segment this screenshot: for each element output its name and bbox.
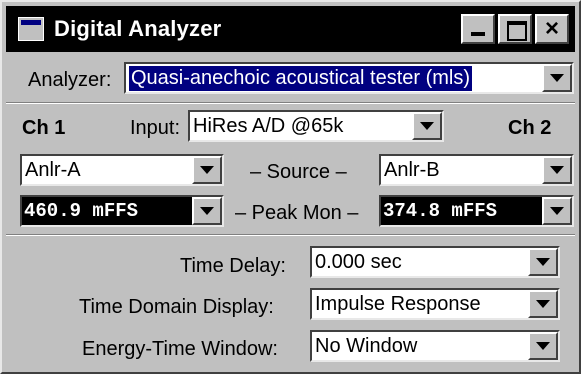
time-domain-dropdown-arrow-icon[interactable] <box>528 290 558 318</box>
time-delay-value: 0.000 sec <box>315 250 402 273</box>
energy-time-label: Energy-Time Window: <box>82 338 278 360</box>
title-buttons: × <box>458 14 569 44</box>
input-dropdown-arrow-icon[interactable] <box>412 112 442 140</box>
peak-mon-label: – Peak Mon – <box>235 202 359 224</box>
source-label: – Source – <box>250 161 347 183</box>
time-delay-label: Time Delay: <box>180 255 286 277</box>
source-ch2-dropdown-arrow-icon[interactable] <box>542 156 572 184</box>
digital-analyzer-window: Digital Analyzer × Analyzer: Quasi-anech… <box>0 0 581 374</box>
window-icon[interactable] <box>18 17 44 41</box>
energy-time-dropdown-arrow-icon[interactable] <box>528 332 558 360</box>
peak-mon-ch2-select[interactable]: 374.8 mFFS <box>379 195 574 227</box>
minimize-button[interactable] <box>461 14 495 44</box>
close-icon: × <box>544 15 559 42</box>
energy-time-select[interactable]: No Window <box>310 330 560 362</box>
peak-mon-ch1-select[interactable]: 460.9 mFFS <box>20 195 224 227</box>
analyzer-label: Analyzer: <box>28 69 112 91</box>
peak-mon-ch2-dropdown-arrow-icon[interactable] <box>542 197 572 225</box>
time-domain-value: Impulse Response <box>315 292 481 315</box>
window-title: Digital Analyzer <box>54 16 222 41</box>
time-delay-dropdown-arrow-icon[interactable] <box>528 248 558 276</box>
peak-mon-ch1-value: 460.9 mFFS <box>22 197 192 225</box>
input-label: Input: <box>130 117 181 139</box>
source-ch2-select[interactable]: Anlr-B <box>379 154 574 186</box>
time-domain-label: Time Domain Display: <box>79 296 274 318</box>
analyzer-dropdown-arrow-icon[interactable] <box>542 64 572 92</box>
analyzer-select[interactable]: Quasi-anechoic acoustical tester (mls) <box>124 62 574 94</box>
ch1-label: Ch 1 <box>22 117 66 139</box>
peak-mon-ch1-dropdown-arrow-icon[interactable] <box>192 197 222 225</box>
time-delay-select[interactable]: 0.000 sec <box>310 246 560 278</box>
title-bar[interactable]: Digital Analyzer × <box>6 6 575 52</box>
source-ch1-value: Anlr-A <box>25 158 81 181</box>
input-select[interactable]: HiRes A/D @65k <box>188 110 444 142</box>
close-button[interactable]: × <box>535 14 569 44</box>
divider-1 <box>6 102 575 104</box>
analyzer-value: Quasi-anechoic acoustical tester (mls) <box>129 65 473 91</box>
source-ch1-select[interactable]: Anlr-A <box>20 154 224 186</box>
maximize-button[interactable] <box>498 14 532 44</box>
source-ch1-dropdown-arrow-icon[interactable] <box>192 156 222 184</box>
ch2-label: Ch 2 <box>508 117 552 139</box>
divider-2 <box>6 234 575 236</box>
source-ch2-value: Anlr-B <box>384 158 440 181</box>
input-value: HiRes A/D @65k <box>193 114 344 137</box>
energy-time-value: No Window <box>315 334 418 357</box>
time-domain-select[interactable]: Impulse Response <box>310 288 560 320</box>
peak-mon-ch2-value: 374.8 mFFS <box>381 197 542 225</box>
